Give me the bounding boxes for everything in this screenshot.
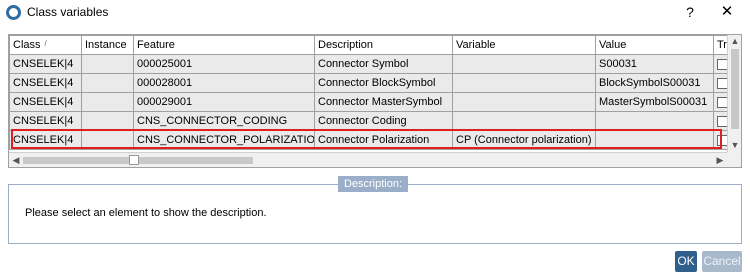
horizontal-scrollbar[interactable]: ◀ ▶ <box>9 152 727 167</box>
cell-tr <box>713 92 727 112</box>
cancel-button[interactable]: Cancel <box>702 251 742 272</box>
scroll-up-icon[interactable]: ▲ <box>728 35 741 47</box>
table-row-highlighted[interactable]: CNSELEK|4 CNS_CONNECTOR_POLARIZATION Con… <box>9 130 727 150</box>
column-header-tr[interactable]: Tr <box>713 35 727 55</box>
cell-instance <box>81 54 134 74</box>
cell-description: Connector MasterSymbol <box>314 92 453 112</box>
cell-class: CNSELEK|4 <box>9 73 82 93</box>
description-legend: Description: <box>338 176 408 192</box>
title-bar: Class variables ? ✕ <box>0 0 750 26</box>
cell-feature: CNS_CONNECTOR_POLARIZATION <box>133 130 315 150</box>
cell-variable <box>452 92 596 112</box>
cell-feature: 000025001 <box>133 54 315 74</box>
column-header-class[interactable]: Class / <box>9 35 82 55</box>
scroll-left-icon[interactable]: ◀ <box>9 153 23 167</box>
cell-instance <box>81 92 134 112</box>
cell-tr <box>713 73 727 93</box>
column-header-value[interactable]: Value <box>595 35 714 55</box>
row-checkbox[interactable] <box>717 115 727 127</box>
row-checkbox[interactable] <box>717 77 727 89</box>
close-button[interactable]: ✕ <box>716 2 738 22</box>
column-header-variable[interactable]: Variable <box>452 35 596 55</box>
cell-tr <box>713 54 727 74</box>
column-header-instance[interactable]: Instance <box>81 35 134 55</box>
class-variables-grid: Class / Instance Feature Description Vari… <box>8 34 742 168</box>
scrollbar-corner <box>727 152 741 167</box>
cell-value[interactable]: S00031 <box>595 54 714 74</box>
cell-class: CNSELEK|4 <box>9 111 82 131</box>
cell-variable <box>452 111 596 131</box>
scroll-down-icon[interactable]: ▼ <box>728 139 741 151</box>
cell-instance <box>81 111 134 131</box>
cell-instance <box>81 130 134 150</box>
cell-variable <box>452 54 596 74</box>
table-row[interactable]: CNSELEK|4 CNS_CONNECTOR_CODING Connector… <box>9 111 727 131</box>
scroll-grip-icon[interactable] <box>129 155 139 165</box>
scroll-right-icon[interactable]: ▶ <box>713 153 727 167</box>
cell-feature: 000029001 <box>133 92 315 112</box>
cell-description: Connector Symbol <box>314 54 453 74</box>
column-header-description[interactable]: Description <box>314 35 453 55</box>
table-row[interactable]: CNSELEK|4 000028001 Connector BlockSymbo… <box>9 73 727 93</box>
cell-instance <box>81 73 134 93</box>
cell-value[interactable] <box>595 111 714 131</box>
cell-value[interactable]: MasterSymbolS00031 <box>595 92 714 112</box>
description-text: Please select an element to show the des… <box>25 207 267 219</box>
cell-description: Connector Polarization <box>314 130 453 150</box>
cell-description: Connector BlockSymbol <box>314 73 453 93</box>
sort-icon: / <box>44 39 47 48</box>
vertical-scrollbar[interactable]: ▲ ▼ <box>727 35 741 152</box>
table-row[interactable]: CNSELEK|4 000025001 Connector Symbol S00… <box>9 54 727 74</box>
cell-class: CNSELEK|4 <box>9 130 82 150</box>
column-header-feature[interactable]: Feature <box>133 35 315 55</box>
vertical-scroll-thumb[interactable] <box>731 49 739 129</box>
cell-class: CNSELEK|4 <box>9 54 82 74</box>
cell-tr <box>713 130 727 150</box>
cell-tr <box>713 111 727 131</box>
header-row: Class / Instance Feature Description Vari… <box>9 35 727 55</box>
cell-value[interactable]: BlockSymbolS00031 <box>595 73 714 93</box>
cell-description: Connector Coding <box>314 111 453 131</box>
ok-button[interactable]: OK <box>675 251 697 272</box>
window-title: Class variables <box>27 5 109 19</box>
help-button[interactable]: ? <box>680 2 700 22</box>
cell-value[interactable] <box>595 130 714 150</box>
cell-variable <box>452 73 596 93</box>
cell-variable: CP (Connector polarization) <box>452 130 596 150</box>
row-checkbox[interactable] <box>717 96 727 108</box>
row-checkbox[interactable] <box>717 58 727 70</box>
row-checkbox[interactable] <box>717 134 727 146</box>
cell-feature: CNS_CONNECTOR_CODING <box>133 111 315 131</box>
app-icon <box>6 5 21 20</box>
variables-table: Class / Instance Feature Description Vari… <box>9 35 727 150</box>
description-panel: Please select an element to show the des… <box>8 184 742 244</box>
cell-class: CNSELEK|4 <box>9 92 82 112</box>
table-row[interactable]: CNSELEK|4 000029001 Connector MasterSymb… <box>9 92 727 112</box>
cell-feature: 000028001 <box>133 73 315 93</box>
